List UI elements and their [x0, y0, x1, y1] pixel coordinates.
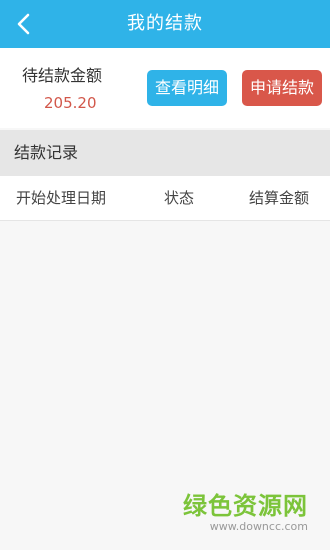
column-status: 状态 [164, 189, 195, 207]
app-header: 我的结款 [0, 0, 330, 48]
watermark-text: 绿色资源网 [183, 492, 308, 520]
column-start-date: 开始处理日期 [16, 189, 107, 207]
column-settlement-amount: 结算金额 [249, 189, 310, 207]
records-section-header: 结款记录 [0, 130, 330, 176]
watermark: 绿色资源网 www.downcc.com [183, 492, 308, 534]
apply-settlement-button[interactable]: 申请结款 [242, 70, 322, 106]
records-table-header: 开始处理日期 状态 结算金额 [0, 176, 330, 221]
pending-summary: 待结款金额 205.20 查看明细 申请结款 [0, 48, 330, 128]
records-section-title: 结款记录 [14, 143, 79, 162]
page-title: 我的结款 [127, 13, 203, 34]
pending-amount-value: 205.20 [44, 94, 97, 112]
watermark-url: www.downcc.com [209, 520, 308, 533]
view-details-button[interactable]: 查看明细 [147, 70, 227, 106]
pending-amount-label: 待结款金额 [22, 66, 103, 85]
